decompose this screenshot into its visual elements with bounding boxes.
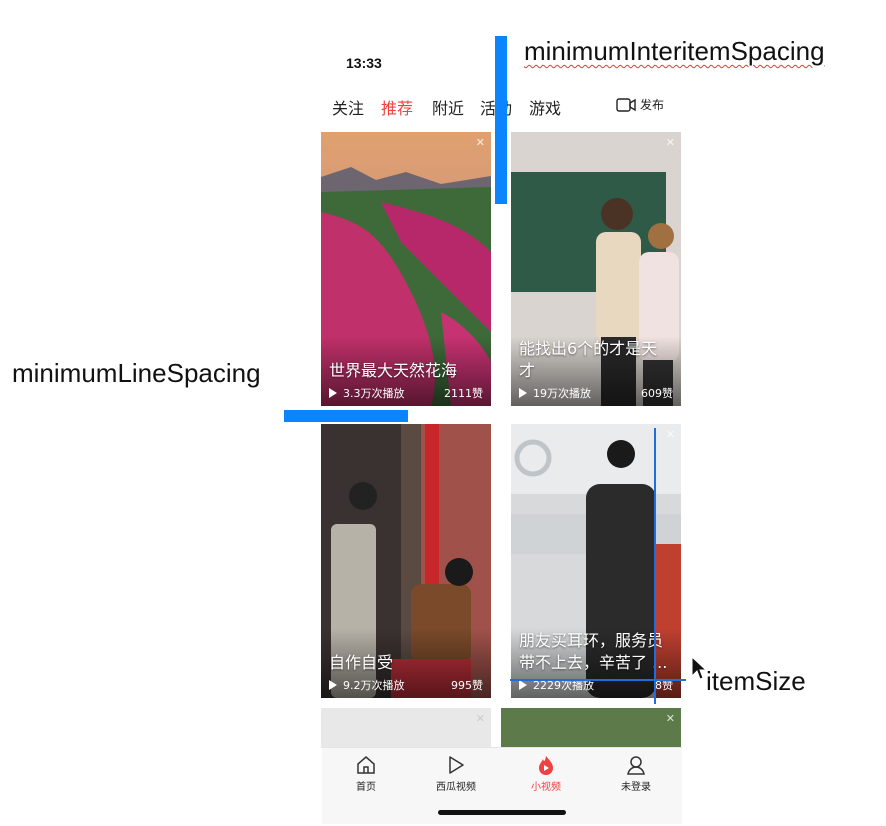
publish-button[interactable]: 发布 — [616, 96, 664, 113]
close-icon[interactable]: ✕ — [476, 712, 485, 725]
play-icon — [519, 680, 527, 690]
publish-label: 发布 — [640, 98, 665, 112]
play-count: 3.3万次播放 — [343, 387, 405, 400]
item-size-width-guide — [654, 428, 656, 704]
play-count: 9.2万次播放 — [343, 679, 405, 692]
line-spacing-marker — [284, 410, 408, 422]
play-outline-icon — [449, 756, 464, 774]
card-title: 能找出6个的才是天才 — [519, 339, 658, 380]
play-icon — [329, 680, 337, 690]
card-meta: 9.2万次播放 995赞 — [329, 678, 483, 692]
user-icon — [627, 756, 645, 775]
tab-games[interactable]: 游戏 — [529, 95, 561, 119]
status-time: 13:33 — [346, 55, 382, 71]
video-card[interactable]: ✕ 世界最大天然花海 3.3万次播放 2111赞 — [321, 132, 491, 406]
item-size-height-guide — [510, 679, 686, 681]
video-card[interactable]: 自作自受 9.2万次播放 995赞 — [321, 424, 491, 698]
close-icon[interactable]: ✕ — [666, 428, 675, 441]
tab-recommend[interactable]: 推荐 — [381, 95, 413, 119]
play-icon — [519, 388, 527, 398]
close-icon[interactable]: ✕ — [476, 136, 485, 149]
tab-home[interactable]: 首页 — [326, 754, 406, 793]
tab-short-video[interactable]: 小视频 — [506, 754, 586, 793]
card-title: 世界最大天然花海 — [329, 361, 458, 380]
close-icon[interactable]: ✕ — [666, 136, 675, 149]
video-card[interactable]: ✕ 能找出6个的才是天才 19万次播放 609赞 — [511, 132, 681, 406]
card-meta: 19万次播放 609赞 — [519, 386, 673, 400]
tab-home-label: 首页 — [356, 782, 376, 793]
video-card-partial[interactable]: ✕ — [321, 708, 491, 748]
interitem-spacing-label: minimumInteritemSpacing — [524, 36, 825, 66]
card-title: 自作自受 — [329, 653, 394, 672]
home-icon — [357, 756, 375, 774]
tab-short-video-label: 小视频 — [531, 782, 561, 793]
line-spacing-label: minimumLineSpacing — [12, 358, 261, 388]
video-camera-icon — [616, 97, 636, 112]
tab-profile-label: 未登录 — [621, 782, 651, 793]
like-count: 995赞 — [451, 679, 483, 692]
card-meta: 3.3万次播放 2111赞 — [329, 386, 483, 400]
close-icon[interactable]: ✕ — [666, 712, 675, 725]
interitem-spacing-marker — [495, 36, 507, 204]
card-title: 朋友买耳环，服务员带不上去，辛苦了 ... — [519, 631, 668, 672]
tab-nearby[interactable]: 附近 — [432, 95, 464, 119]
tab-xigua-label: 西瓜视频 — [436, 782, 476, 793]
play-icon — [329, 388, 337, 398]
tab-profile[interactable]: 未登录 — [596, 754, 676, 793]
video-card-partial[interactable]: ✕ — [501, 708, 681, 748]
flame-play-icon — [539, 756, 553, 775]
like-count: 2111赞 — [444, 387, 483, 400]
cursor-icon — [691, 656, 706, 680]
home-indicator — [438, 810, 566, 815]
play-count: 19万次播放 — [533, 387, 591, 400]
like-count: 609赞 — [641, 387, 673, 400]
item-size-label: itemSize — [706, 666, 806, 696]
tab-follow[interactable]: 关注 — [332, 95, 364, 119]
tab-xigua[interactable]: 西瓜视频 — [416, 754, 496, 793]
